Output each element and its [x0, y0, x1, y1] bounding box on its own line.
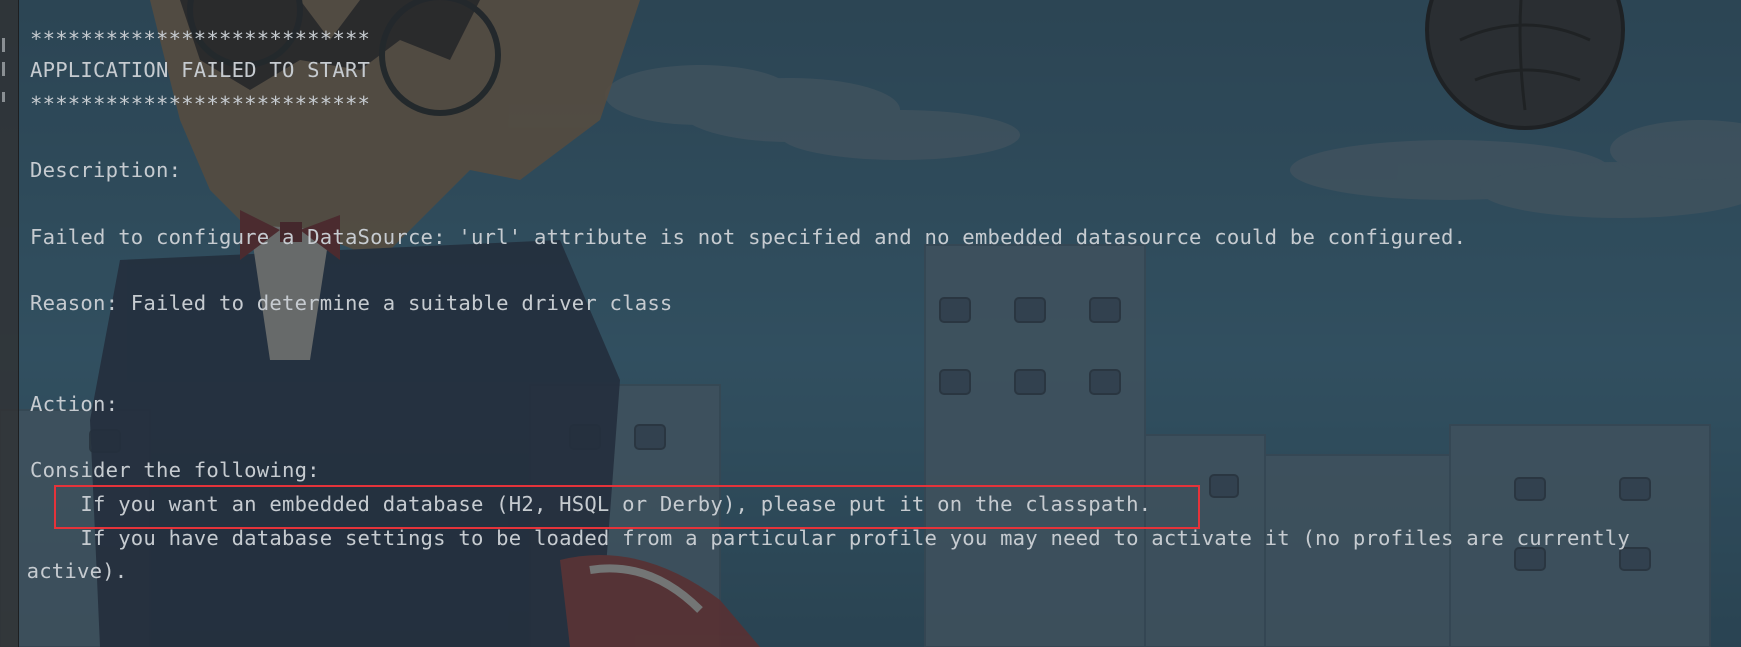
console-line: Consider the following: — [30, 458, 320, 482]
console-line: *************************** — [30, 92, 371, 116]
console-line: Failed to configure a DataSource: 'url' … — [30, 225, 1467, 249]
console-line: Reason: Failed to determine a suitable d… — [30, 291, 673, 315]
gutter-marker — [2, 62, 5, 76]
console-line: active). — [14, 559, 128, 583]
highlight-annotation-box — [54, 485, 1200, 529]
console-line: Action: — [30, 392, 119, 416]
console-output: *************************** APPLICATION … — [27, 20, 1741, 583]
editor-gutter — [0, 0, 19, 647]
console-line: Description: — [30, 158, 182, 182]
console-line: APPLICATION FAILED TO START — [30, 58, 371, 82]
gutter-marker — [2, 38, 5, 52]
gutter-marker — [2, 92, 5, 102]
console-line: *************************** — [30, 27, 371, 51]
